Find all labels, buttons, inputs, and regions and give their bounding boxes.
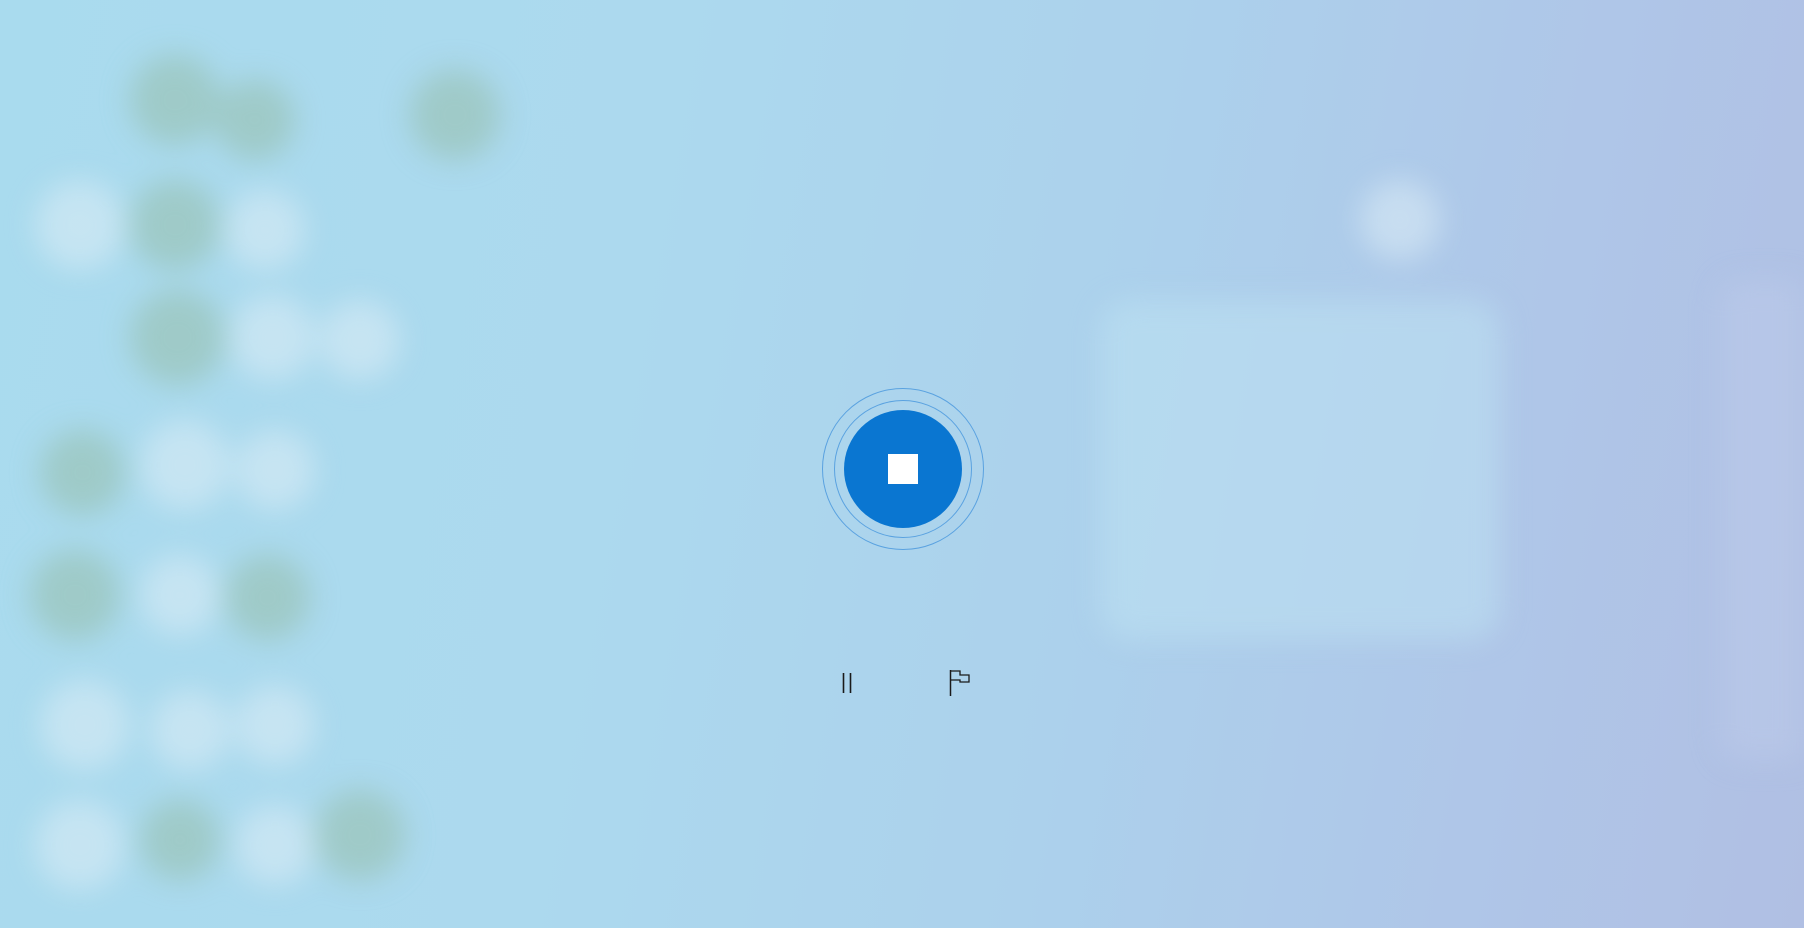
add-marker-button[interactable] — [942, 665, 978, 701]
blurred-shape — [130, 55, 220, 145]
blurred-panel — [1720, 280, 1804, 760]
blurred-shape — [130, 290, 225, 385]
blurred-shape — [40, 680, 130, 770]
blurred-shape — [235, 805, 315, 885]
blurred-shape — [130, 180, 220, 270]
blurred-shape — [140, 800, 220, 880]
blurred-shape — [225, 555, 310, 640]
blurred-shape — [225, 190, 305, 270]
stop-icon — [888, 454, 918, 484]
recording-indicator — [822, 388, 984, 550]
blurred-shape — [215, 80, 295, 160]
blurred-shape — [1360, 180, 1440, 260]
blurred-shape — [235, 685, 315, 765]
pause-button[interactable] — [829, 665, 865, 701]
blurred-shape — [140, 420, 230, 510]
blurred-shape — [320, 300, 400, 380]
blurred-shape — [150, 690, 230, 770]
blurred-shape — [410, 70, 500, 160]
blurred-shape — [230, 295, 315, 380]
blurred-shape — [35, 800, 125, 890]
blurred-shape — [30, 550, 120, 640]
flag-icon — [949, 670, 970, 696]
blurred-shape — [35, 180, 125, 270]
blurred-window — [1100, 300, 1500, 640]
stop-recording-button[interactable] — [844, 410, 962, 528]
blurred-shape — [140, 555, 220, 635]
pause-icon — [842, 673, 852, 693]
blurred-shape — [315, 790, 405, 880]
blurred-shape — [40, 430, 125, 515]
blurred-shape — [235, 430, 315, 510]
